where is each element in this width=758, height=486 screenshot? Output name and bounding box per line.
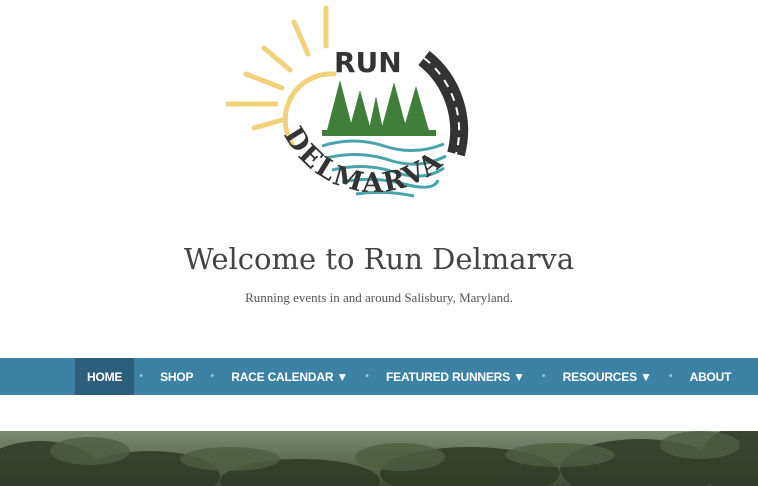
nav-item-about[interactable]: ABOUT [678, 358, 744, 395]
trees-icon [322, 80, 436, 136]
site-tagline: Running events in and around Salisbury, … [245, 290, 513, 305]
site-title[interactable]: Welcome to Run Delmarva [0, 242, 758, 276]
tree-canopy-photo [0, 431, 758, 486]
nav-separator: • [138, 371, 145, 382]
nav-separator: • [364, 371, 371, 382]
nav-item-home[interactable]: HOME [75, 358, 135, 395]
sun-icon [225, 5, 337, 147]
nav-separator: • [540, 371, 547, 382]
run-delmarva-logo[interactable]: RUN DELMARVA [224, 4, 476, 236]
site-header: RUN DELMARVA Welcome to Run Delmarva Run… [0, 0, 758, 358]
main-navigation: HOME • SHOP • RACE CALENDAR ▼ • FEATURED… [0, 358, 758, 395]
hero-image [0, 431, 758, 486]
nav-item-featured-runners[interactable]: FEATURED RUNNERS ▼ [374, 358, 537, 395]
logo-word-top: RUN [334, 46, 402, 79]
nav-item-race-calendar[interactable]: RACE CALENDAR ▼ [219, 358, 360, 395]
nav-item-resources[interactable]: RESOURCES ▼ [551, 358, 664, 395]
road-icon [418, 50, 469, 157]
nav-item-shop[interactable]: SHOP [148, 358, 205, 395]
nav-separator: • [209, 371, 216, 382]
nav-separator: • [667, 371, 674, 382]
